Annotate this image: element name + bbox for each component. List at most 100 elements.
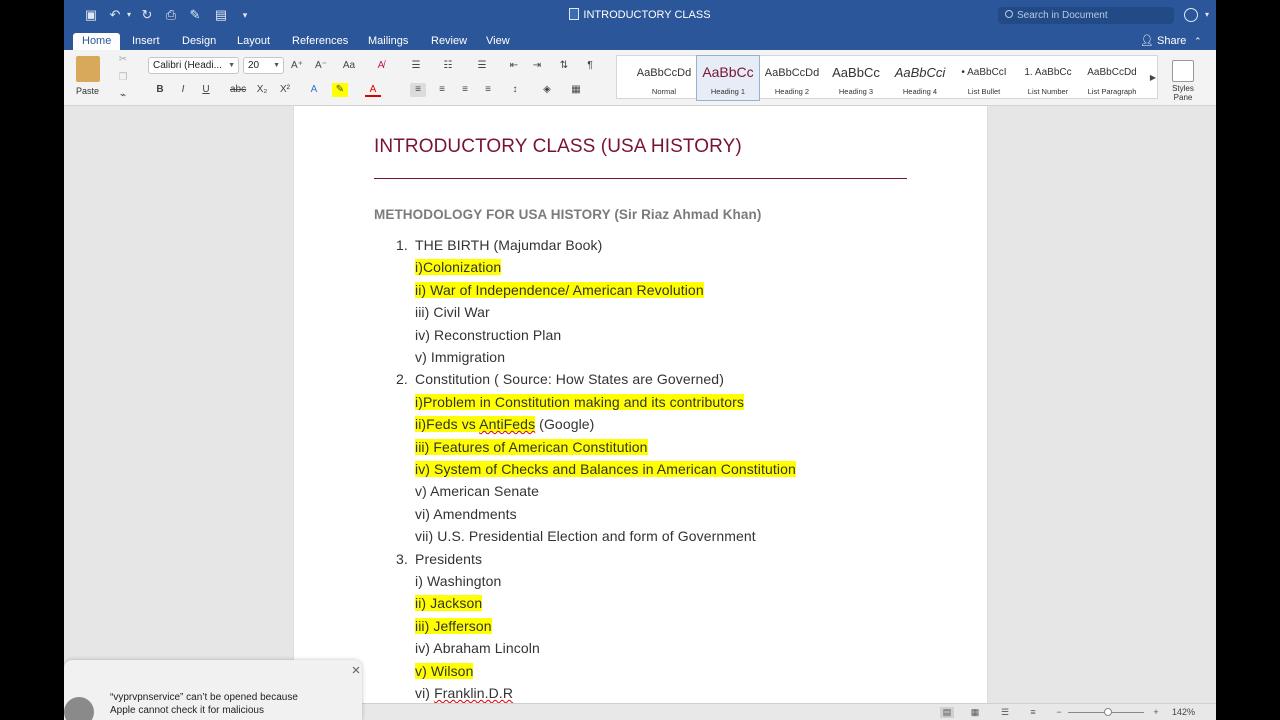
style-normal[interactable]: AaBbCcDd Normal xyxy=(633,56,695,100)
paste-icon[interactable] xyxy=(76,56,100,82)
list-item[interactable]: vi) Amendments xyxy=(415,506,517,522)
list-item[interactable]: iv) Abraham Lincoln xyxy=(415,640,540,656)
show-formatting-icon[interactable]: ¶ xyxy=(582,59,598,73)
list-item[interactable]: Constitution ( Source: How States are Go… xyxy=(415,371,724,387)
tab-design[interactable]: Design xyxy=(182,34,216,50)
zoom-slider-thumb[interactable] xyxy=(1104,708,1112,716)
subscript-icon[interactable]: X₂ xyxy=(254,83,270,97)
zoom-level[interactable]: 142% xyxy=(1172,707,1195,717)
close-icon[interactable] xyxy=(351,665,361,675)
document-page[interactable]: INTRODUCTORY CLASS (USA HISTORY) METHODO… xyxy=(294,106,987,720)
list-item[interactable]: i)Colonization xyxy=(415,259,502,276)
sort-icon[interactable]: ⇅ xyxy=(556,59,572,73)
list-item[interactable]: v) Wilson xyxy=(415,662,474,679)
clear-formatting-icon[interactable]: A̸ xyxy=(373,59,389,73)
collapse-ribbon-icon[interactable]: ⌃ xyxy=(1194,34,1202,50)
style-name: List Number xyxy=(1027,87,1069,96)
tab-references[interactable]: References xyxy=(292,34,348,50)
align-left-icon[interactable]: ≡ xyxy=(410,83,426,97)
web-layout-icon[interactable]: ▦ xyxy=(968,707,982,718)
borders-icon[interactable]: ▦ xyxy=(568,83,584,97)
zoom-in-icon[interactable]: + xyxy=(1149,707,1163,718)
list-item[interactable]: Presidents xyxy=(415,551,482,567)
align-right-icon[interactable]: ≡ xyxy=(457,83,473,97)
line-spacing-icon[interactable]: ↕ xyxy=(507,83,523,97)
style-heading-4[interactable]: AaBbCci Heading 4 xyxy=(889,56,951,100)
list-item-text: ii) Jackson xyxy=(415,595,483,612)
underline-icon[interactable]: U xyxy=(198,83,214,97)
style-list-bullet[interactable]: • AaBbCcI List Bullet xyxy=(953,56,1015,100)
font-color-icon[interactable]: A xyxy=(365,83,381,97)
tab-insert[interactable]: Insert xyxy=(132,34,160,50)
document-subheading[interactable]: METHODOLOGY FOR USA HISTORY (Sir Riaz Ah… xyxy=(374,207,761,222)
style-list-paragraph[interactable]: AaBbCcDd List Paragraph xyxy=(1081,56,1143,100)
shading-icon[interactable]: ◈ xyxy=(539,83,555,97)
list-item[interactable]: ii) Jackson xyxy=(415,595,483,612)
superscript-icon[interactable]: X² xyxy=(277,83,293,97)
style-sample: AaBbCcDd xyxy=(636,67,692,79)
font-name-select[interactable]: Calibri (Headi... ▼ xyxy=(148,57,239,74)
font-size-select[interactable]: 20 ▼ xyxy=(243,57,284,74)
list-item[interactable]: ii)Feds vs AntiFeds (Google) xyxy=(415,416,594,433)
list-item[interactable]: v) Immigration xyxy=(415,349,505,365)
justify-icon[interactable]: ≡ xyxy=(480,83,496,97)
zoom-out-icon[interactable]: − xyxy=(1052,707,1066,718)
list-item[interactable]: iv) System of Checks and Balances in Ame… xyxy=(415,461,796,477)
cut-icon[interactable]: ✂ xyxy=(115,53,131,67)
list-item[interactable]: vi) Franklin.D.R xyxy=(415,685,513,701)
copy-icon[interactable]: ❐ xyxy=(115,71,131,85)
styles-pane-icon[interactable] xyxy=(1172,60,1194,82)
notification-banner[interactable]: “vyprvpnservice” can’t be opened because… xyxy=(64,660,362,720)
tab-layout[interactable]: Layout xyxy=(237,34,270,50)
highlight-icon[interactable]: ✎ xyxy=(332,83,348,97)
tab-mailings[interactable]: Mailings xyxy=(368,34,408,50)
list-item[interactable]: iii) Civil War xyxy=(415,304,490,320)
list-item[interactable]: i) Washington xyxy=(415,573,501,589)
account-icon[interactable] xyxy=(1184,8,1198,22)
list-item[interactable]: iii) Features of American Constitution xyxy=(415,438,648,455)
decrease-indent-icon[interactable]: ⇤ xyxy=(506,59,522,73)
bullets-icon[interactable]: ☰ xyxy=(408,59,424,73)
text-effects-icon[interactable]: A xyxy=(306,83,322,97)
list-item[interactable]: i)Problem in Constitution making and its… xyxy=(415,393,745,410)
search-input[interactable]: Search in Document xyxy=(998,7,1174,24)
list-item-text: iv) System of Checks and Balances in Ame… xyxy=(415,461,796,477)
word-window: ▣ ↶ ▾ ↻ ⎙ ✎ ▤ ▾ INTRODUCTORY CLASS Searc… xyxy=(64,0,1216,720)
list-item[interactable]: ii) War of Independence/ American Revolu… xyxy=(415,281,704,298)
style-heading-1[interactable]: AaBbCc Heading 1 xyxy=(696,55,760,101)
style-heading-2[interactable]: AaBbCcDd Heading 2 xyxy=(761,56,823,100)
outline-view-icon[interactable]: ☰ xyxy=(998,707,1012,718)
multilevel-list-icon[interactable]: ☰ xyxy=(474,59,490,73)
font-name-value: Calibri (Headi... xyxy=(153,60,222,71)
spelling-error[interactable]: Franklin.D.R xyxy=(434,685,513,701)
format-painter-icon[interactable]: ⌁ xyxy=(115,89,131,103)
grow-font-icon[interactable]: A⁺ xyxy=(289,59,305,73)
style-heading-3[interactable]: AaBbCc Heading 3 xyxy=(825,56,887,100)
list-item[interactable]: iii) Jefferson xyxy=(415,617,492,634)
styles-pane-label[interactable]: Styles Pane xyxy=(1164,84,1202,102)
list-item[interactable]: vii) U.S. Presidential Election and form… xyxy=(415,528,756,544)
share-button[interactable]: 👤︎ Share xyxy=(1140,34,1186,47)
ribbon-tabs: Home Insert Design Layout References Mai… xyxy=(64,31,1216,50)
account-dropdown-icon[interactable]: ▾ xyxy=(1200,8,1214,22)
list-item[interactable]: v) American Senate xyxy=(415,483,539,499)
strikethrough-icon[interactable]: abc xyxy=(230,83,246,97)
tab-home[interactable]: Home xyxy=(73,33,121,50)
shrink-font-icon[interactable]: A⁻ xyxy=(313,59,329,73)
tab-view[interactable]: View xyxy=(486,34,510,50)
align-center-icon[interactable]: ≡ xyxy=(434,83,450,97)
spelling-error[interactable]: AntiFeds xyxy=(479,416,535,432)
print-layout-icon[interactable]: ▤ xyxy=(940,707,954,718)
styles-next-icon[interactable]: ▶ xyxy=(1145,71,1161,85)
list-item[interactable]: THE BIRTH (Majumdar Book) xyxy=(415,237,602,253)
italic-icon[interactable]: I xyxy=(175,83,191,97)
focus-icon[interactable]: ≡ xyxy=(1026,707,1040,718)
tab-review[interactable]: Review xyxy=(431,34,467,50)
numbering-icon[interactable]: ☷ xyxy=(440,59,456,73)
list-item[interactable]: iv) Reconstruction Plan xyxy=(415,327,561,343)
increase-indent-icon[interactable]: ⇥ xyxy=(529,59,545,73)
change-case-icon[interactable]: Aa xyxy=(341,59,357,73)
bold-icon[interactable]: B xyxy=(152,83,168,97)
document-heading[interactable]: INTRODUCTORY CLASS (USA HISTORY) xyxy=(374,136,742,158)
style-list-number[interactable]: 1. AaBbCc List Number xyxy=(1017,56,1079,100)
